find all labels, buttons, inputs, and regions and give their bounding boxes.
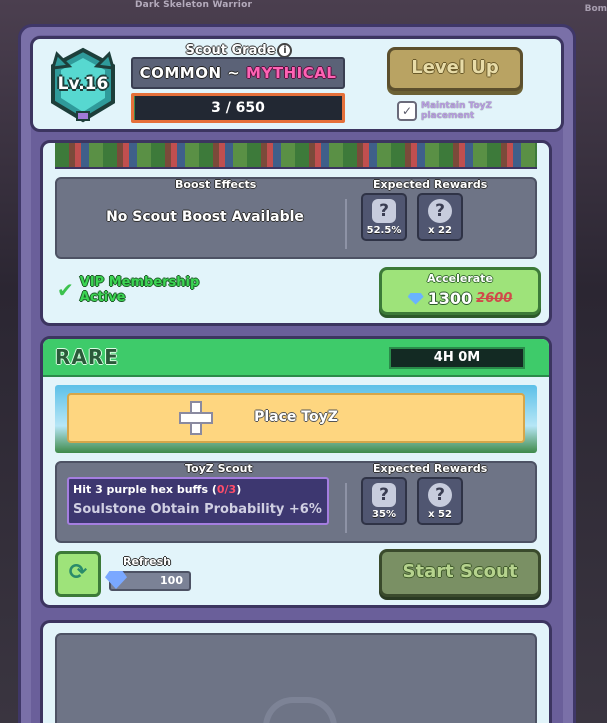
rarity-label: RARE (55, 345, 119, 369)
refresh-cost: 100 (105, 571, 191, 591)
maintain-checkbox[interactable]: ✓ (397, 101, 417, 121)
grade-range: COMMON ~ MYTHICAL (131, 57, 345, 89)
locked-slot (55, 633, 537, 723)
rarity-bar: RARE 4H 0M (43, 339, 549, 377)
grade-separator: ~ (221, 64, 247, 82)
mission-desc: Hit 3 purple hex buffs ( (73, 483, 217, 496)
toyz-scout-header: ToyZ Scout (185, 462, 253, 475)
scout-header: Lv.16 Scout Grade i COMMON ~ MYTHICAL 3 /… (30, 36, 564, 132)
grade-from: COMMON (139, 64, 222, 82)
background-label: Bom (584, 4, 607, 14)
mission-close: ) (236, 483, 242, 496)
maintain-placement-toggle[interactable]: ✓ Maintain ToyZ placement (397, 101, 501, 121)
reward-value: x 52 (428, 509, 452, 520)
refresh-button[interactable]: ⟳ (55, 551, 101, 597)
toyz-strip (55, 143, 537, 169)
reward-item[interactable]: ? x 52 (417, 477, 463, 525)
scout-slot-3 (40, 620, 552, 723)
scout-slot-2: RARE 4H 0M Place ToyZ ToyZ Scout Expecte… (40, 336, 552, 608)
reward-value: x 22 (428, 225, 452, 236)
no-boost-text: No Scout Boost Available (106, 209, 304, 225)
expected-rewards-header: Expected Rewards (373, 462, 488, 475)
divider (345, 199, 347, 249)
gem-icon (407, 292, 424, 305)
reward-value: 35% (372, 509, 396, 520)
gem-icon (105, 571, 127, 589)
vip-status: ✔ VIP Membership Active (57, 275, 210, 305)
accelerate-label: Accelerate (427, 272, 493, 285)
level-up-button[interactable]: Level Up (387, 47, 523, 91)
level-badge: Lv.16 (43, 46, 123, 124)
info-icon[interactable]: i (277, 43, 293, 58)
mission-box: Hit 3 purple hex buffs (0/3) Soulstone O… (67, 477, 329, 525)
scout-grade-label: Scout Grade i (179, 43, 299, 58)
accelerate-cost: 1300 (427, 289, 473, 308)
grade-to: MYTHICAL (246, 64, 337, 82)
level-text: Lv.16 (57, 74, 109, 94)
boost-effects-header: Boost Effects (175, 178, 257, 191)
mystery-toy-icon: ? (372, 199, 396, 223)
grade-progress-bar: 3 / 650 (131, 93, 345, 123)
scout-timer: 4H 0M (389, 347, 525, 369)
mission-progress: 0/3 (216, 483, 237, 496)
expected-rewards-header: Expected Rewards (373, 178, 488, 191)
vip-text: VIP Membership Active (79, 275, 200, 305)
refresh-cost-value: 100 (160, 574, 183, 587)
mission-text: Hit 3 purple hex buffs (0/3) (73, 483, 323, 496)
accelerate-old-cost: 2600 (476, 291, 513, 306)
refresh-label: Refresh (123, 555, 171, 568)
start-scout-button[interactable]: Start Scout (379, 549, 541, 597)
reward-item[interactable]: ? x 22 (417, 193, 463, 241)
place-toyz-button[interactable]: Place ToyZ (67, 393, 525, 443)
lock-icon (263, 697, 337, 723)
scout-grade-text: Scout Grade (185, 43, 276, 58)
divider (345, 483, 347, 533)
refresh-icon: ⟳ (68, 560, 88, 585)
maintain-label: Maintain ToyZ placement (421, 101, 493, 121)
reward-value: 52.5% (366, 225, 402, 236)
mystery-toy-icon: ? (372, 483, 396, 507)
background-enemy-name: Dark Skeleton Warrior (135, 0, 253, 10)
accelerate-button[interactable]: Accelerate 1300 2600 (379, 267, 541, 315)
toyz-scout-box: ToyZ Scout Expected Rewards Hit 3 purple… (55, 461, 537, 543)
progress-fill (134, 96, 135, 120)
place-toyz-label: Place ToyZ (254, 409, 338, 425)
mystery-item-icon: ? (428, 199, 452, 223)
progress-text: 3 / 650 (211, 100, 265, 116)
reward-item[interactable]: ? 52.5% (361, 193, 407, 241)
check-icon: ✔ (57, 278, 74, 302)
boost-effects-box: Boost Effects Expected Rewards No Scout … (55, 177, 537, 259)
mystery-item-icon: ? (428, 483, 452, 507)
scout-slot-1: Boost Effects Expected Rewards No Scout … (40, 140, 552, 326)
mission-bonus: Soulstone Obtain Probability +6% (73, 502, 322, 517)
reward-item[interactable]: ? 35% (361, 477, 407, 525)
